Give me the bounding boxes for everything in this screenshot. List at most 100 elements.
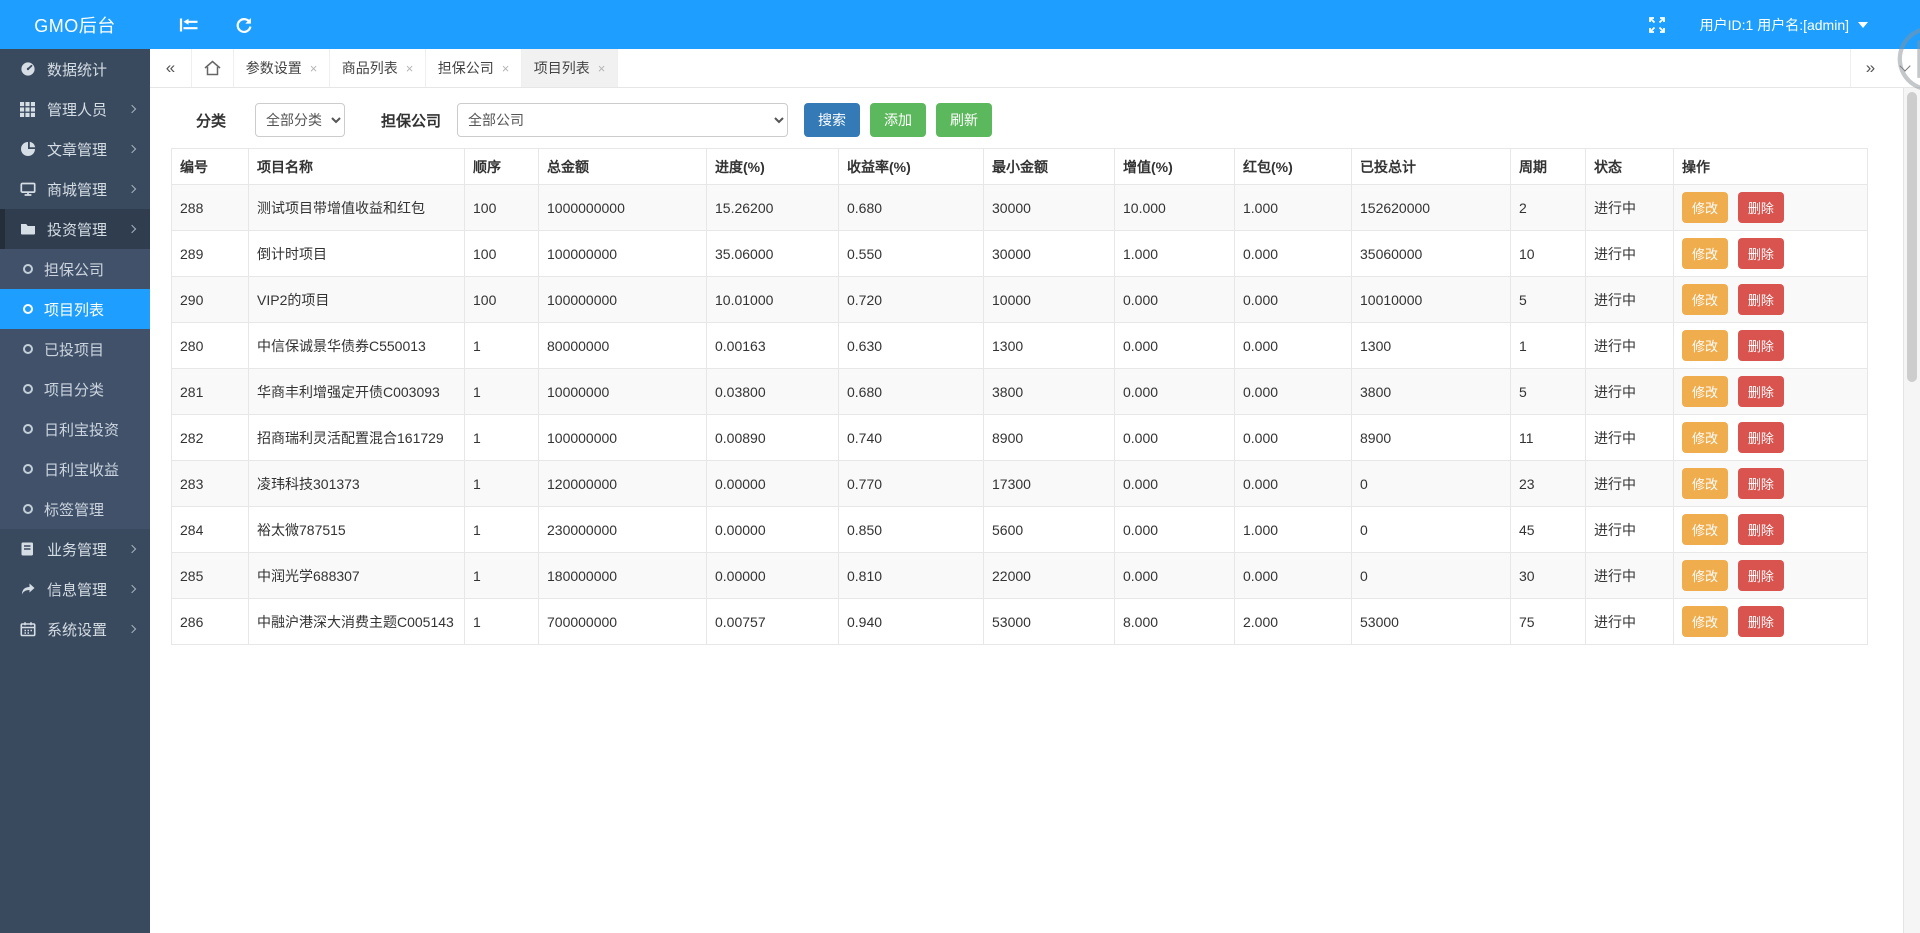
sidebar-subitem-rilibao-earnings[interactable]: 日利宝收益 bbox=[0, 449, 150, 489]
tabs-scroll-left-button[interactable]: « bbox=[150, 49, 192, 87]
user-menu[interactable]: 用户ID:1 用户名:[admin] bbox=[1700, 15, 1868, 35]
tab-project-list[interactable]: 项目列表 × bbox=[522, 49, 618, 87]
sidebar-item-system-settings[interactable]: 系统设置 bbox=[0, 609, 150, 649]
cell-appreciation: 0.000 bbox=[1114, 506, 1235, 553]
pie-chart-icon bbox=[20, 141, 37, 157]
sidebar-item-label: 业务管理 bbox=[47, 541, 108, 559]
delete-button[interactable]: 删除 bbox=[1737, 192, 1784, 223]
tab-product-list[interactable]: 商品列表 × bbox=[330, 49, 426, 87]
cell-id: 283 bbox=[171, 460, 249, 507]
sidebar-subitem-invested-projects[interactable]: 已投项目 bbox=[0, 329, 150, 369]
add-button[interactable]: 添加 bbox=[870, 103, 927, 137]
edit-button[interactable]: 修改 bbox=[1682, 560, 1729, 591]
chevron-right-icon bbox=[127, 544, 137, 554]
sidebar-item-business[interactable]: 业务管理 bbox=[0, 529, 150, 569]
home-tab-button[interactable] bbox=[192, 49, 234, 87]
cell-invested-total: 1300 bbox=[1351, 322, 1511, 369]
sidebar-item-articles[interactable]: 文章管理 bbox=[0, 129, 150, 169]
sidebar-collapse-icon[interactable] bbox=[178, 15, 200, 35]
cell-cycle: 45 bbox=[1510, 506, 1586, 553]
tab-parameter-settings[interactable]: 参数设置 × bbox=[234, 49, 330, 87]
cell-invested-total: 53000 bbox=[1351, 598, 1511, 645]
chevron-right-icon bbox=[127, 104, 137, 114]
cell-actions: 修改 删除 bbox=[1673, 506, 1868, 553]
delete-button[interactable]: 删除 bbox=[1737, 284, 1784, 315]
sidebar-item-label: 投资管理 bbox=[47, 221, 108, 239]
cell-min-amount: 53000 bbox=[983, 598, 1115, 645]
col-yield-rate: 收益率(%) bbox=[838, 148, 984, 185]
cell-project-name: 倒计时项目 bbox=[248, 230, 465, 277]
scrollbar-thumb[interactable] bbox=[1907, 92, 1917, 382]
status-text: 进行中 bbox=[1585, 368, 1674, 415]
search-button[interactable]: 搜索 bbox=[804, 103, 861, 137]
edit-button[interactable]: 修改 bbox=[1682, 606, 1729, 637]
tabs-scroll-right-button[interactable]: » bbox=[1850, 49, 1890, 87]
cell-cycle: 10 bbox=[1510, 230, 1586, 277]
refresh-button[interactable]: 刷新 bbox=[936, 103, 993, 137]
delete-button[interactable]: 删除 bbox=[1737, 422, 1784, 453]
status-text: 进行中 bbox=[1585, 598, 1674, 645]
cell-progress: 0.00000 bbox=[706, 506, 839, 553]
status-text: 进行中 bbox=[1585, 552, 1674, 599]
delete-button[interactable]: 删除 bbox=[1737, 468, 1784, 499]
close-icon[interactable]: × bbox=[406, 61, 414, 76]
edit-button[interactable]: 修改 bbox=[1682, 192, 1729, 223]
delete-button[interactable]: 删除 bbox=[1737, 606, 1784, 637]
cell-invested-total: 0 bbox=[1351, 460, 1511, 507]
sidebar-subitem-guarantee-company[interactable]: 担保公司 bbox=[0, 249, 150, 289]
cell-red-packet: 1.000 bbox=[1234, 184, 1352, 231]
tab-options-dropdown[interactable] bbox=[1890, 49, 1920, 87]
sidebar-item-data-statistics[interactable]: 数据统计 bbox=[0, 49, 150, 89]
edit-button[interactable]: 修改 bbox=[1682, 330, 1729, 361]
cell-order: 1 bbox=[464, 552, 539, 599]
project-table-body: 288 测试项目带增值收益和红包 100 1000000000 15.26200… bbox=[171, 184, 1868, 645]
close-icon[interactable]: × bbox=[502, 61, 510, 76]
sidebar-subitem-project-categories[interactable]: 项目分类 bbox=[0, 369, 150, 409]
delete-button[interactable]: 删除 bbox=[1737, 330, 1784, 361]
cell-invested-total: 0 bbox=[1351, 506, 1511, 553]
filter-toolbar: 分类 全部分类 担保公司 全部公司 搜索 添加 刷新 bbox=[150, 88, 1903, 137]
cell-id: 280 bbox=[171, 322, 249, 369]
col-project-name: 项目名称 bbox=[248, 148, 465, 185]
cell-invested-total: 10010000 bbox=[1351, 276, 1511, 323]
sidebar-item-information[interactable]: 信息管理 bbox=[0, 569, 150, 609]
delete-button[interactable]: 删除 bbox=[1737, 376, 1784, 407]
col-total-amount: 总金额 bbox=[538, 148, 707, 185]
edit-button[interactable]: 修改 bbox=[1682, 514, 1729, 545]
fullscreen-icon[interactable] bbox=[1648, 16, 1666, 34]
cell-actions: 修改 删除 bbox=[1673, 460, 1868, 507]
edit-button[interactable]: 修改 bbox=[1682, 422, 1729, 453]
cell-red-packet: 0.000 bbox=[1234, 322, 1352, 369]
close-icon[interactable]: × bbox=[598, 61, 606, 76]
sidebar-item-managers[interactable]: 管理人员 bbox=[0, 89, 150, 129]
category-select[interactable]: 全部分类 bbox=[255, 103, 346, 137]
delete-button[interactable]: 删除 bbox=[1737, 560, 1784, 591]
edit-button[interactable]: 修改 bbox=[1682, 238, 1729, 269]
edit-button[interactable]: 修改 bbox=[1682, 468, 1729, 499]
cell-progress: 0.00757 bbox=[706, 598, 839, 645]
cell-yield-rate: 0.630 bbox=[838, 322, 984, 369]
delete-button[interactable]: 删除 bbox=[1737, 238, 1784, 269]
cell-id: 285 bbox=[171, 552, 249, 599]
cell-red-packet: 0.000 bbox=[1234, 368, 1352, 415]
close-icon[interactable]: × bbox=[310, 61, 318, 76]
col-appreciation: 增值(%) bbox=[1114, 148, 1235, 185]
delete-button[interactable]: 删除 bbox=[1737, 514, 1784, 545]
sidebar-subitem-rilibao-investment[interactable]: 日利宝投资 bbox=[0, 409, 150, 449]
refresh-icon[interactable] bbox=[234, 15, 254, 35]
sidebar-item-mall[interactable]: 商城管理 bbox=[0, 169, 150, 209]
chevron-right-icon bbox=[127, 624, 137, 634]
home-icon bbox=[203, 59, 222, 77]
col-status: 状态 bbox=[1585, 148, 1674, 185]
edit-button[interactable]: 修改 bbox=[1682, 376, 1729, 407]
cell-order: 1 bbox=[464, 598, 539, 645]
company-select[interactable]: 全部公司 bbox=[457, 103, 789, 137]
sidebar-subitem-tag-management[interactable]: 标签管理 bbox=[0, 489, 150, 529]
cell-min-amount: 5600 bbox=[983, 506, 1115, 553]
col-id: 编号 bbox=[171, 148, 249, 185]
edit-button[interactable]: 修改 bbox=[1682, 284, 1729, 315]
sidebar-item-investment[interactable]: 投资管理 bbox=[0, 209, 150, 249]
cell-invested-total: 8900 bbox=[1351, 414, 1511, 461]
tab-guarantee-company[interactable]: 担保公司 × bbox=[426, 49, 522, 87]
sidebar-subitem-project-list[interactable]: 项目列表 bbox=[0, 289, 150, 329]
